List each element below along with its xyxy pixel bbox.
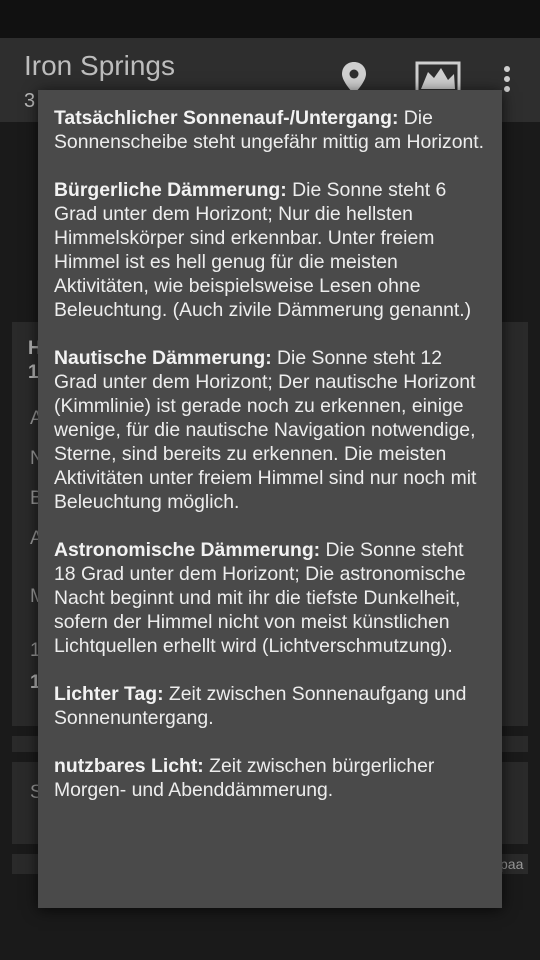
app-title: Iron Springs [24, 50, 175, 81]
definition-text: Die Sonne steht 12 Grad unter dem Horizo… [54, 347, 477, 513]
app-subtitle: 3 [24, 90, 36, 112]
definition-paragraph-daylight: Lichter Tag: Zeit zwischen Sonnenaufgang… [54, 682, 488, 730]
definition-paragraph-nautical-twilight: Nautische Dämmerung: Die Sonne steht 12 … [54, 346, 488, 514]
definition-term: Astronomische Dämmerung: [54, 539, 321, 561]
twilight-info-dialog: Tatsächlicher Sonnenauf-/Untergang: Die … [38, 90, 502, 908]
definition-paragraph-civil-twilight: Bürgerliche Dämmerung: Die Sonne steht 6… [54, 178, 488, 322]
definition-paragraph-usable-light: nutzbares Licht: Zeit zwischen bürgerlic… [54, 754, 488, 802]
background-card-heading-2: 1 [28, 362, 39, 383]
background-footer-text: paa [500, 856, 524, 872]
definition-paragraph-sunrise: Tatsächlicher Sonnenauf-/Untergang: Die … [54, 106, 488, 154]
status-bar [0, 0, 540, 38]
definition-term: nutzbares Licht: [54, 755, 204, 777]
definition-term: Lichter Tag: [54, 683, 164, 705]
definition-paragraph-astronomical-twilight: Astronomische Dämmerung: Die Sonne steht… [54, 538, 488, 658]
definition-term: Tatsächlicher Sonnenauf-/Untergang: [54, 107, 399, 129]
definition-term: Nautische Dämmerung: [54, 347, 272, 369]
definition-term: Bürgerliche Dämmerung: [54, 179, 287, 201]
